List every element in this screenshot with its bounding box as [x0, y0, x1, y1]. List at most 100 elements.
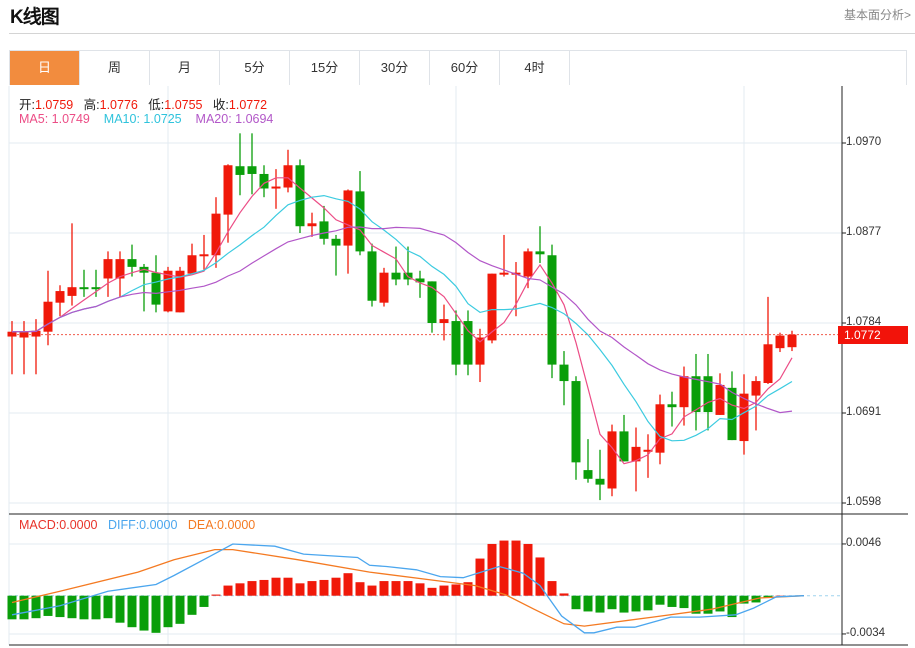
high-value: 1.0776: [99, 98, 138, 112]
candle-up: [103, 259, 113, 279]
macd-bar-positive: [295, 583, 305, 596]
macd-bar-positive: [283, 577, 293, 596]
candle-up: [19, 331, 29, 338]
candle-down: [559, 364, 569, 382]
ma20-value: MA20: 1.0694: [195, 112, 274, 126]
price-tick-label: 1.0877: [846, 226, 882, 238]
candle-up: [43, 301, 53, 332]
candle-up: [487, 273, 497, 341]
candle-down: [583, 470, 593, 479]
macd-bar-negative: [199, 595, 209, 607]
candle-down: [571, 381, 581, 463]
macd-bar-negative: [67, 595, 77, 619]
candle-up: [607, 431, 617, 489]
macd-bar-negative: [643, 595, 653, 611]
candle-down: [331, 238, 341, 246]
macd-bar-positive: [343, 573, 353, 596]
price-tick-label: 1.0784: [846, 316, 882, 328]
candle-down: [391, 272, 401, 280]
macd-bar-positive: [259, 579, 269, 596]
candle-down: [355, 191, 365, 252]
macd-bar-negative: [151, 595, 161, 633]
candle-down: [367, 251, 377, 301]
candle-up: [775, 335, 785, 349]
macd-value: MACD:0.0000: [19, 518, 98, 532]
macd-bar-positive: [523, 543, 533, 596]
price-tick-label: 1.0598: [846, 496, 882, 508]
candle-down: [595, 478, 605, 485]
macd-bar-positive: [331, 577, 341, 596]
candle-up: [343, 190, 353, 246]
candle-up: [307, 223, 317, 227]
macd-bar-positive: [271, 577, 281, 596]
macd-bar-positive: [547, 581, 557, 596]
ma5-line: [12, 177, 793, 465]
macd-bar-negative: [715, 595, 725, 612]
macd-bar-positive: [211, 594, 221, 596]
candle-down: [727, 387, 737, 441]
macd-bar-negative: [175, 595, 185, 624]
candle-up: [787, 334, 797, 348]
ma-info: MA5: 1.0749 MA10: 1.0725 MA20: 1.0694: [19, 112, 273, 126]
candle-up: [523, 251, 533, 277]
macd-tick-label: -0.0034: [846, 626, 886, 639]
macd-tick-label: 0.0046: [846, 536, 882, 549]
macd-bar-positive: [247, 581, 257, 596]
candle-down: [235, 166, 245, 175]
macd-bar-negative: [679, 595, 689, 609]
macd-bar-negative: [163, 595, 173, 628]
price-tick-label: 1.0970: [846, 136, 882, 148]
ma10-line: [12, 194, 793, 442]
candle-up: [763, 344, 773, 383]
macd-bar-negative: [115, 595, 125, 623]
candle-down: [79, 287, 89, 290]
macd-bar-negative: [607, 595, 617, 610]
macd-bar-positive: [307, 581, 317, 596]
candle-up: [67, 287, 77, 296]
macd-bar-positive: [355, 582, 365, 596]
candle-up: [751, 381, 761, 396]
macd-bar-negative: [655, 595, 665, 605]
macd-bar-positive: [379, 581, 389, 596]
candle-up: [271, 186, 281, 189]
candle-up: [283, 165, 293, 188]
candle-up: [199, 254, 209, 257]
macd-bar-positive: [367, 585, 377, 596]
macd-bar-positive: [403, 581, 413, 596]
price-tick-label: 1.0691: [846, 406, 882, 418]
macd-bar-positive: [427, 587, 437, 596]
candle-up: [7, 331, 17, 337]
candle-down: [451, 321, 461, 365]
candle-up: [223, 165, 233, 215]
macd-bar-positive: [559, 593, 569, 596]
ma10-value: MA10: 1.0725: [103, 112, 182, 126]
candle-up: [55, 291, 65, 303]
low-label: 低:: [148, 98, 165, 112]
open-value: 1.0759: [34, 98, 74, 112]
low-value: 1.0755: [164, 98, 203, 112]
high-label: 高:: [83, 98, 100, 112]
candle-down: [295, 165, 305, 227]
macd-bar-negative: [703, 595, 713, 614]
kline-widget: K线图 基本面分析> 日 周 月 5分 15分 30分 60分 4时 开:1.0…: [0, 0, 915, 648]
macd-bar-positive: [451, 584, 461, 596]
candle-up: [739, 393, 749, 442]
macd-bar-negative: [583, 595, 593, 612]
candle-down: [547, 255, 557, 365]
ma5-value: MA5: 1.0749: [19, 112, 90, 126]
candle-down: [667, 404, 677, 408]
candle-down: [619, 431, 629, 462]
macd-bar-negative: [571, 595, 581, 610]
macd-bar-positive: [319, 579, 329, 596]
close-label: 收:: [212, 98, 229, 112]
close-value: 1.0772: [228, 98, 268, 112]
macd-bar-negative: [103, 595, 113, 619]
macd-bar-negative: [7, 595, 17, 620]
macd-bar-positive: [475, 558, 485, 596]
candle-up: [499, 272, 509, 275]
macd-bar-negative: [139, 595, 149, 631]
macd-bar-negative: [31, 595, 41, 619]
macd-bar-positive: [223, 585, 233, 596]
macd-bar-negative: [187, 595, 197, 615]
macd-bar-negative: [127, 595, 137, 628]
